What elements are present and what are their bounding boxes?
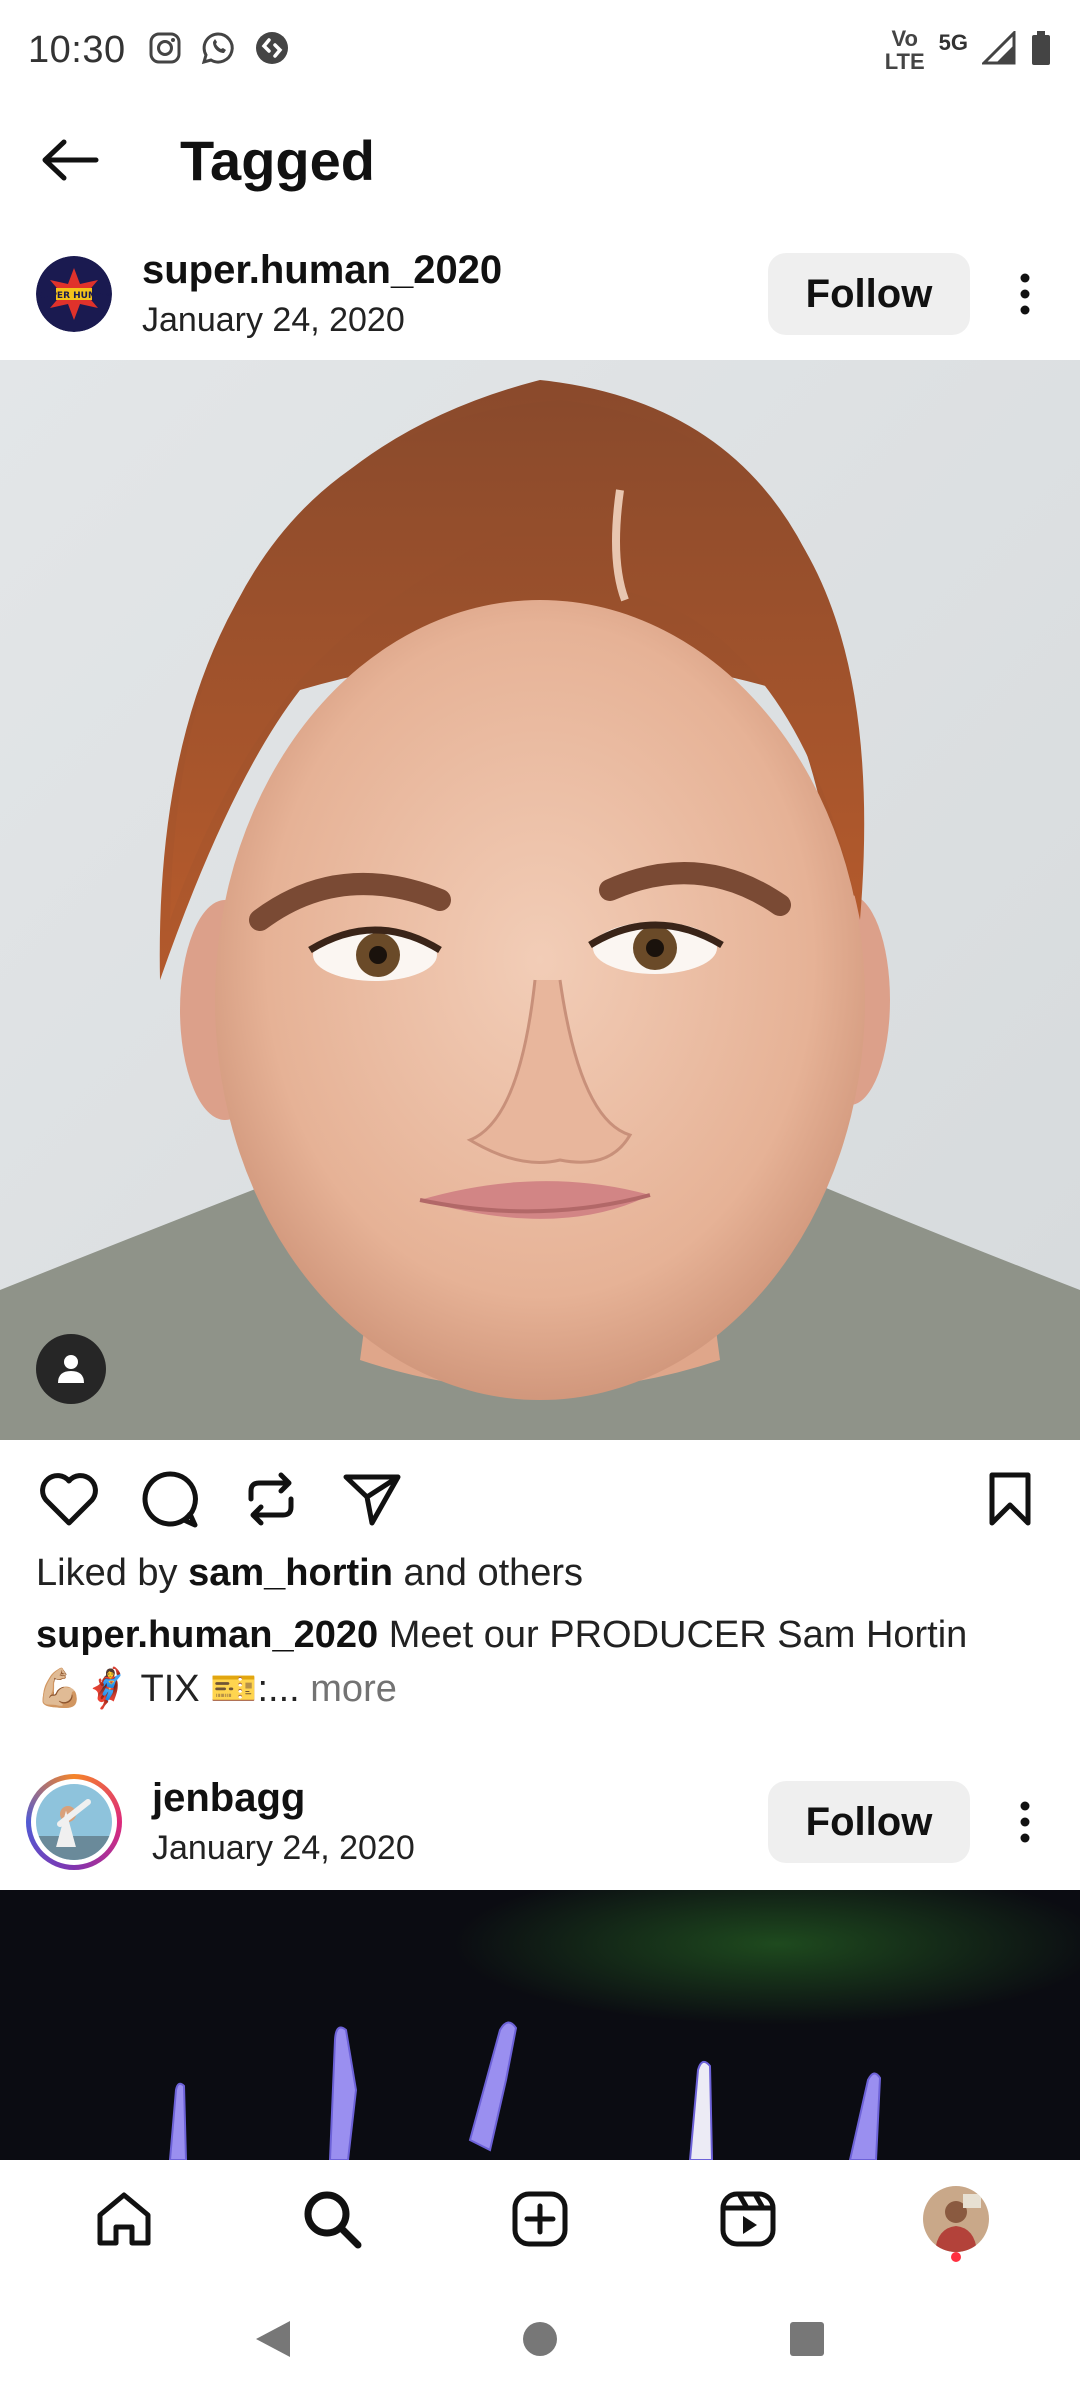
liked-by-user[interactable]: sam_hortin <box>188 1552 393 1594</box>
notification-icons <box>148 30 290 71</box>
post-actions <box>0 1440 1080 1550</box>
comment-button[interactable] <box>135 1464 205 1534</box>
system-back-button[interactable] <box>233 2299 313 2379</box>
bookmark-icon <box>989 1472 1031 1526</box>
whatsapp-icon <box>200 30 236 71</box>
caption-username[interactable]: super.human_2020 <box>36 1614 378 1656</box>
network-type: 5G <box>938 30 968 55</box>
follow-button[interactable]: Follow <box>768 1781 970 1863</box>
person-icon <box>58 1355 84 1383</box>
post-username[interactable]: super.human_2020 <box>142 248 502 293</box>
post-image[interactable] <box>0 1890 1080 2160</box>
system-home-button[interactable] <box>500 2299 580 2379</box>
tagged-people-button[interactable] <box>36 1334 106 1404</box>
share-button[interactable] <box>337 1464 407 1534</box>
post-image[interactable] <box>0 360 1080 1440</box>
like-button[interactable] <box>34 1464 104 1534</box>
post-date: January 24, 2020 <box>142 301 405 339</box>
profile-avatar <box>923 2186 989 2252</box>
more-vertical-icon <box>1020 1801 1030 1843</box>
notification-dot <box>951 2252 961 2262</box>
back-triangle-icon <box>256 2321 291 2357</box>
repost-icon <box>248 1472 294 1526</box>
system-status-icons: Vo LTE 5G <box>885 27 1052 73</box>
create-icon <box>512 2191 568 2247</box>
nav-create[interactable] <box>495 2174 585 2264</box>
search-icon <box>304 2191 362 2249</box>
post-meta: super.human_2020 January 24, 2020 <box>142 248 502 340</box>
send-icon <box>343 1474 401 1526</box>
nav-home[interactable] <box>79 2174 169 2264</box>
nav-profile[interactable] <box>911 2174 1001 2264</box>
arrow-left-icon <box>42 139 99 181</box>
tagged-screen: 10:30 Vo LTE 5G Tagged SUPER HUMAN super… <box>0 0 1080 2400</box>
comment-icon <box>142 1471 198 1528</box>
more-link[interactable]: more <box>300 1668 397 1710</box>
post-date: January 24, 2020 <box>152 1829 415 1867</box>
recents-square-icon <box>789 2322 824 2356</box>
post-header: SUPER HUMAN super.human_2020 January 24,… <box>0 224 1080 364</box>
system-recents-button[interactable] <box>767 2299 847 2379</box>
shazam-icon <box>254 30 290 71</box>
avatar[interactable]: SUPER HUMAN <box>36 256 112 332</box>
system-navigation-bar <box>0 2278 1080 2400</box>
home-icon <box>97 2192 151 2246</box>
nav-search[interactable] <box>287 2174 377 2264</box>
battery-icon <box>1030 30 1052 71</box>
signal-icon <box>980 28 1016 70</box>
post-caption[interactable]: super.human_2020 Meet our PRODUCER Sam H… <box>36 1608 1046 1716</box>
heart-icon <box>40 1473 98 1526</box>
more-vertical-icon <box>1020 273 1030 315</box>
avatar[interactable] <box>26 1774 122 1870</box>
nav-reels[interactable] <box>703 2174 793 2264</box>
status-bar: 10:30 Vo LTE 5G <box>0 0 1080 100</box>
volte-label: Vo LTE <box>884 25 925 74</box>
instagram-icon <box>148 31 182 70</box>
post-username[interactable]: jenbagg <box>152 1776 415 1821</box>
svg-text:SUPER HUMAN: SUPER HUMAN <box>37 291 112 301</box>
back-button[interactable] <box>0 100 140 220</box>
post-meta: jenbagg January 24, 2020 <box>152 1776 415 1868</box>
bottom-navigation <box>0 2160 1080 2278</box>
reels-icon <box>720 2191 776 2247</box>
follow-button[interactable]: Follow <box>768 253 970 335</box>
post-header: jenbagg January 24, 2020 Follow <box>0 1752 1080 1892</box>
more-options-button[interactable] <box>1000 253 1050 335</box>
save-button[interactable] <box>975 1464 1045 1534</box>
more-options-button[interactable] <box>1000 1781 1050 1863</box>
page-title: Tagged <box>180 128 375 192</box>
repost-button[interactable] <box>236 1464 306 1534</box>
status-time: 10:30 <box>28 28 126 71</box>
likes-summary[interactable]: Liked by sam_hortin and others <box>36 1552 583 1595</box>
home-circle-icon <box>522 2322 557 2356</box>
top-app-bar: Tagged <box>0 100 1080 220</box>
